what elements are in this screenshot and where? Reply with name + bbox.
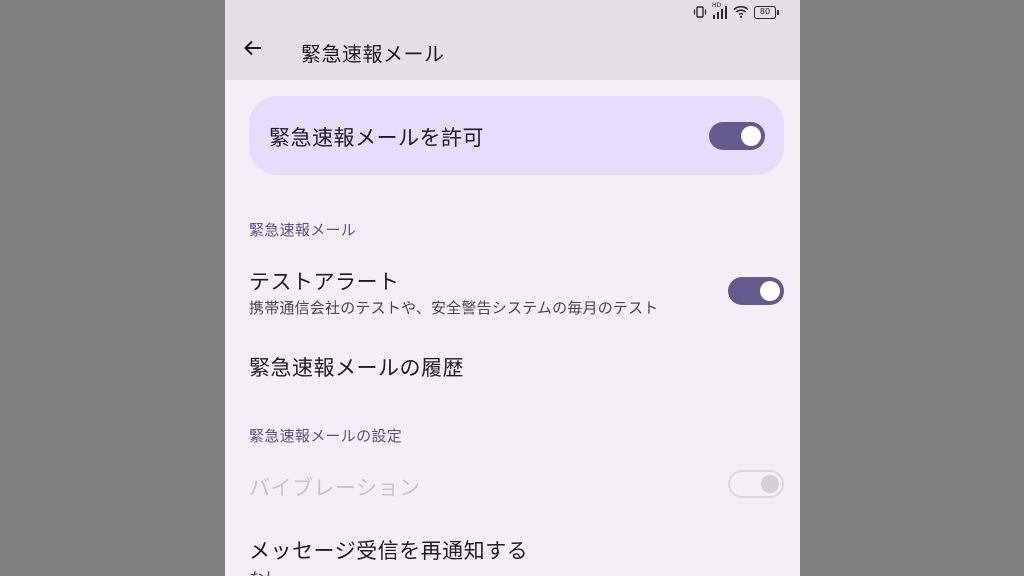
phone-screen: HD 80 緊急速報メール 緊急速報メールを許可 緊急速報メール テストアラート… <box>225 0 800 576</box>
section-header-emergency-alerts: 緊急速報メール <box>249 221 357 239</box>
vibrate-icon <box>693 3 707 22</box>
allow-emergency-alerts-switch[interactable] <box>709 122 765 150</box>
list-item-test-alert[interactable]: テストアラート 携帯通信会社のテストや、安全警告システムの毎月のテスト <box>225 258 800 324</box>
alert-reminder-subtitle: なし <box>249 567 279 576</box>
wifi-icon <box>733 3 749 22</box>
arrow-left-icon <box>243 38 263 62</box>
battery-level: 80 <box>759 7 771 16</box>
test-alert-subtitle: 携帯通信会社のテストや、安全警告システムの毎月のテスト <box>249 299 659 317</box>
alert-history-title: 緊急速報メールの履歴 <box>249 356 464 380</box>
allow-emergency-alerts-card[interactable]: 緊急速報メールを許可 <box>249 96 784 175</box>
app-bar: HD 80 緊急速報メール <box>225 0 800 80</box>
switch-thumb <box>741 126 761 146</box>
list-item-alert-reminder[interactable]: メッセージ受信を再通知する なし <box>225 525 800 576</box>
signal-icon: HD <box>712 2 728 19</box>
switch-thumb <box>760 281 780 301</box>
section-header-alert-settings: 緊急速報メールの設定 <box>249 427 403 445</box>
allow-emergency-alerts-label: 緊急速報メールを許可 <box>269 126 484 150</box>
back-button[interactable] <box>239 36 267 64</box>
battery-icon: 80 <box>754 5 779 19</box>
page-title: 緊急速報メール <box>301 42 445 66</box>
vibration-title: バイブレーション <box>249 476 421 500</box>
alert-reminder-title: メッセージ受信を再通知する <box>249 539 529 563</box>
test-alert-title: テストアラート <box>249 270 400 294</box>
test-alert-switch[interactable] <box>728 277 784 305</box>
status-bar: HD 80 <box>693 2 779 22</box>
vibration-switch <box>728 470 784 498</box>
list-item-alert-history[interactable]: 緊急速報メールの履歴 <box>225 340 800 396</box>
list-item-vibration: バイブレーション <box>225 460 800 516</box>
switch-thumb <box>761 475 779 493</box>
